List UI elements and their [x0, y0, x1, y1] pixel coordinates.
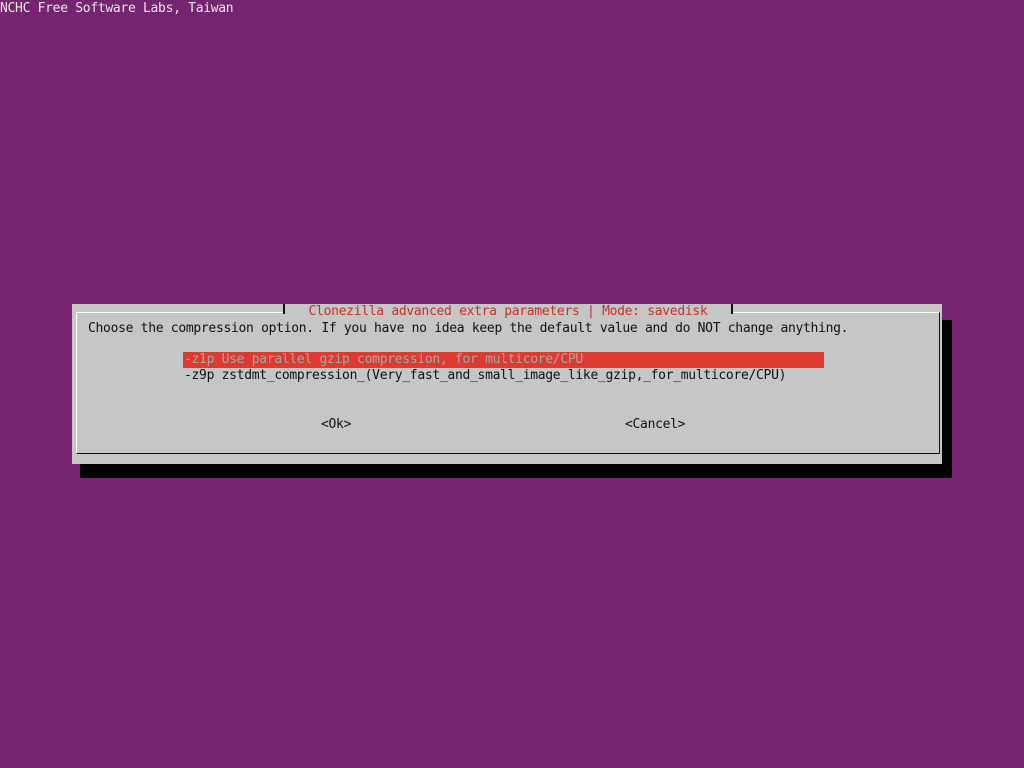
- parameters-dialog: Clonezilla advanced extra parameters | M…: [72, 304, 942, 464]
- compression-option-list: -z1p Use parallel gzip compression, for …: [183, 352, 824, 384]
- dialog-prompt: Choose the compression option. If you ha…: [88, 321, 849, 336]
- dialog-title: Clonezilla advanced extra parameters | M…: [283, 304, 733, 320]
- cancel-button[interactable]: <Cancel>: [625, 417, 686, 433]
- option-z9p[interactable]: -z9p zstdmt_compression_(Very_fast_and_s…: [183, 368, 824, 384]
- back-title: NCHC Free Software Labs, Taiwan: [0, 1, 234, 16]
- option-z1p[interactable]: -z1p Use parallel gzip compression, for …: [183, 352, 824, 368]
- ok-button[interactable]: <Ok>: [321, 417, 351, 433]
